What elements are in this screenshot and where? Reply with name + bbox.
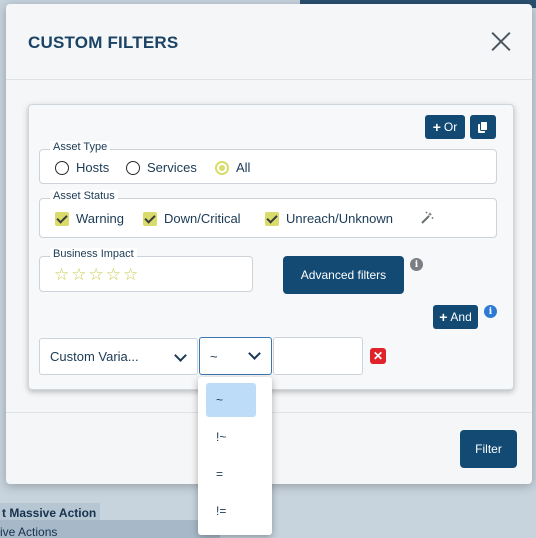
- all-label: All: [236, 160, 251, 175]
- modal-title: CUSTOM FILTERS: [28, 33, 179, 52]
- business-impact-stars: ☆☆☆☆☆: [54, 265, 140, 285]
- asset-type-all-option[interactable]: All: [215, 160, 250, 175]
- advanced-filters-button[interactable]: Advanced filters: [283, 256, 404, 294]
- background-massive-action-label: t Massive Action: [2, 506, 97, 520]
- asset-status-unreach-unknown-option[interactable]: Unreach/Unknown: [265, 211, 393, 226]
- field-select[interactable]: Custom Varia...: [39, 338, 198, 375]
- operator-option-equals[interactable]: =: [206, 457, 256, 491]
- and-info-icon[interactable]: i: [484, 305, 497, 318]
- condition-value-input[interactable]: [273, 337, 363, 375]
- copy-button[interactable]: [470, 115, 496, 139]
- operator-option-contains[interactable]: ~: [206, 383, 256, 417]
- modal-header: CUSTOM FILTERS: [6, 4, 532, 80]
- all-radio[interactable]: [215, 160, 229, 175]
- services-label: Services: [147, 160, 197, 175]
- asset-status-legend: Asset Status: [50, 190, 118, 202]
- down-critical-label: Down/Critical: [164, 211, 241, 226]
- business-impact-group: Business Impact ☆☆☆☆☆: [39, 248, 253, 292]
- plus-icon: +: [439, 309, 448, 325]
- asset-type-hosts-option[interactable]: Hosts: [55, 160, 109, 175]
- operator-option-not-equals[interactable]: !=: [206, 494, 256, 528]
- add-and-label: And: [450, 310, 472, 324]
- business-impact-legend: Business Impact: [50, 248, 137, 260]
- warning-label: Warning: [76, 211, 124, 226]
- background-actions-row: ive Actions: [0, 520, 220, 538]
- asset-status-down-critical-option[interactable]: Down/Critical: [143, 211, 241, 226]
- add-or-button[interactable]: + Or: [425, 115, 465, 139]
- asset-type-legend: Asset Type: [50, 141, 111, 153]
- star-icon[interactable]: ☆: [54, 265, 71, 284]
- asset-type-group: Asset Type Hosts Services All: [39, 141, 497, 184]
- chevron-down-icon: [174, 349, 187, 362]
- down-critical-checkbox[interactable]: [143, 211, 157, 226]
- star-icon[interactable]: ☆: [123, 265, 140, 284]
- unreach-unknown-label: Unreach/Unknown: [286, 211, 393, 226]
- add-or-label: Or: [443, 120, 458, 134]
- add-and-button[interactable]: + And: [433, 305, 478, 329]
- operator-select-value: ~: [210, 348, 218, 364]
- chevron-down-icon: [248, 347, 261, 360]
- warning-checkbox[interactable]: [55, 211, 69, 226]
- operator-select[interactable]: ~: [199, 337, 272, 375]
- asset-type-services-option[interactable]: Services: [126, 160, 197, 175]
- close-icon[interactable]: [490, 30, 512, 52]
- star-icon[interactable]: ☆: [106, 265, 123, 284]
- hosts-label: Hosts: [76, 160, 110, 175]
- background-actions-label: ive Actions: [0, 525, 58, 538]
- operator-option-not-contains[interactable]: !~: [206, 420, 256, 454]
- operator-dropdown: ~ !~ = !=: [198, 377, 272, 535]
- star-icon[interactable]: ☆: [71, 265, 88, 284]
- filter-panel: + Or Asset Type Hosts Services All Asset…: [28, 104, 514, 390]
- asset-status-warning-option[interactable]: Warning: [55, 211, 124, 226]
- plus-icon: +: [432, 119, 441, 135]
- field-select-value: Custom Varia...: [50, 349, 139, 364]
- unreach-unknown-checkbox[interactable]: [265, 211, 279, 226]
- magic-wand-icon[interactable]: [420, 211, 434, 225]
- remove-condition-icon[interactable]: ✕: [370, 348, 386, 364]
- advanced-filters-info-icon[interactable]: i: [410, 258, 423, 271]
- star-icon[interactable]: ☆: [89, 265, 106, 284]
- copy-icon: [478, 120, 488, 133]
- filter-button[interactable]: Filter: [460, 430, 517, 468]
- services-radio[interactable]: [126, 160, 140, 175]
- hosts-radio[interactable]: [55, 160, 69, 175]
